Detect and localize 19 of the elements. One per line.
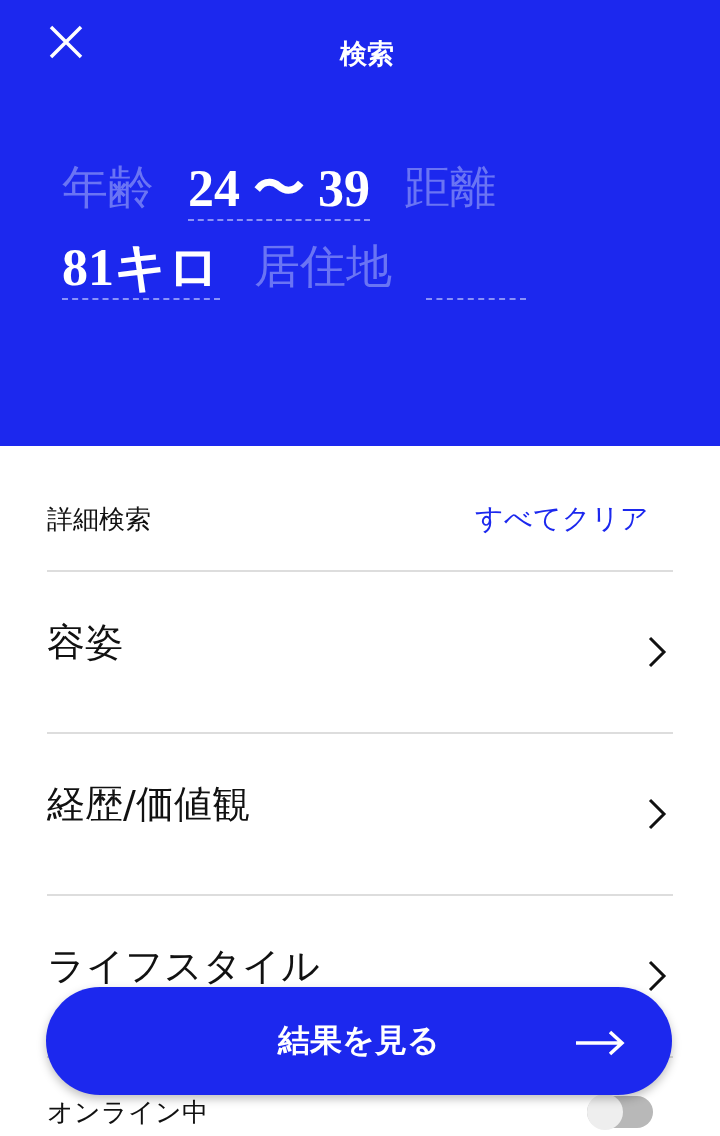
section-title: 詳細検索 — [47, 502, 151, 536]
filter-label: 年齢 — [62, 160, 154, 216]
arrow-right-icon — [574, 1029, 626, 1057]
filter-value-field[interactable]: 24 〜 39 — [188, 160, 370, 222]
filter-label: 距離 — [404, 160, 496, 216]
chevron-right-icon — [647, 959, 667, 993]
results-button[interactable]: 結果を見る — [46, 987, 672, 1095]
chevron-right-icon — [647, 635, 667, 669]
clear-all-link[interactable]: すべてクリア — [475, 500, 649, 538]
screen-title: 検索 — [340, 37, 394, 71]
close-icon[interactable] — [48, 24, 84, 60]
online-label: オンライン中 — [47, 1099, 208, 1125]
online-toggle[interactable] — [587, 1096, 653, 1128]
filter-label: 居住地 — [254, 239, 392, 296]
category-label[interactable]: 経歴/価値観 — [47, 785, 250, 823]
chevron-right-icon — [647, 797, 667, 831]
category-label[interactable]: ライフスタイル — [47, 947, 320, 985]
category-label[interactable]: 容姿 — [47, 623, 123, 661]
filter-value-field[interactable]: 81キロ — [62, 239, 220, 301]
